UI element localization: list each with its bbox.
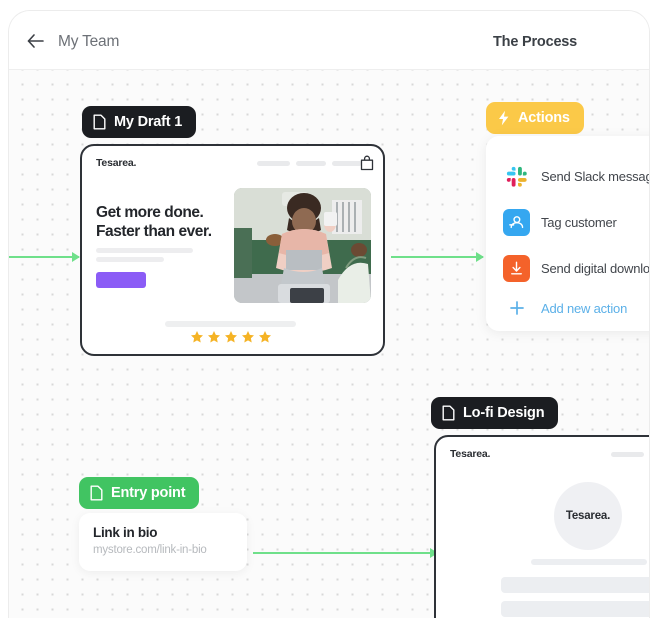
cta-button[interactable] [96,272,146,288]
body-placeholder [96,248,193,253]
lofi-block-placeholder [501,601,649,617]
lightning-bolt-icon [497,110,510,126]
entry-point-card[interactable]: Link in bio mystore.com/link-in-bio [79,513,247,571]
action-item-digital-download[interactable]: Send digital download [503,255,650,282]
action-label: Send digital download [541,261,650,276]
card-header: Tesarea. [436,437,649,473]
slack-icon [503,163,530,190]
headline-line-1: Get more done. [96,204,204,221]
entry-point-url: mystore.com/link-in-bio [93,544,207,556]
top-bar: My Team The Process [9,11,649,70]
headline-line-2: Faster than ever. [96,223,212,240]
action-label: Send Slack message [541,169,650,184]
nav-placeholder [296,161,326,166]
card-brand: Tesarea. [96,157,137,169]
document-icon [90,485,103,501]
connector-arrow-left [9,252,80,262]
badge-lofi-design[interactable]: Lo-fi Design [431,397,559,429]
add-new-action-button[interactable]: Add new action [503,300,627,316]
badge-my-draft[interactable]: My Draft 1 [82,106,197,138]
connector-arrow-to-lofi [253,548,438,558]
tag-customer-icon [503,209,530,236]
back-arrow-icon[interactable] [25,30,47,52]
star-rating [190,330,272,344]
lofi-preview-card[interactable]: Tesarea. Tesarea. [434,435,649,618]
draft-preview-card[interactable]: Tesarea. Get more done. Faster than ever… [80,144,385,356]
nav-placeholder [257,161,290,166]
lofi-logo-text: Tesarea. [565,510,611,522]
add-new-action-label: Add new action [541,300,628,316]
badge-actions[interactable]: Actions [486,102,584,134]
badge-label: Lo-fi Design [463,405,545,421]
flow-canvas[interactable]: My Draft 1 Tesarea. Get more done. Faste… [9,70,650,618]
action-item-tag-customer[interactable]: Tag customer [503,209,617,236]
badge-label: Actions [518,110,570,126]
team-title[interactable]: My Team [58,33,119,51]
card-header: Tesarea. [82,146,383,182]
card-headline: Get more done. Faster than ever. [96,203,212,241]
nav-placeholder [332,161,362,166]
hero-photo [234,188,371,303]
lofi-logo-circle: Tesarea. [554,482,622,550]
action-item-slack[interactable]: Send Slack message [503,163,650,190]
action-label: Tag customer [541,215,617,230]
app-window: My Team The Process My Draft 1 Tesarea. [8,10,650,618]
entry-point-title: Link in bio [93,525,158,540]
document-icon [442,405,455,421]
page-title: The Process [493,34,578,50]
nav-placeholder [611,452,644,457]
actions-panel[interactable]: Send Slack message Tag customer Send dig… [486,136,650,331]
plus-icon [503,300,530,316]
document-icon [93,114,106,130]
card-brand: Tesarea. [450,448,491,460]
badge-label: Entry point [111,485,186,501]
lofi-caption-placeholder [531,559,647,565]
badge-entry-point[interactable]: Entry point [79,477,200,509]
badge-label: My Draft 1 [114,114,183,130]
review-placeholder [165,321,296,327]
shopping-bag-icon[interactable] [360,155,374,171]
body-placeholder [96,257,164,262]
lofi-block-placeholder [501,577,649,593]
connector-arrow-to-actions [391,252,484,262]
download-icon [503,255,530,282]
